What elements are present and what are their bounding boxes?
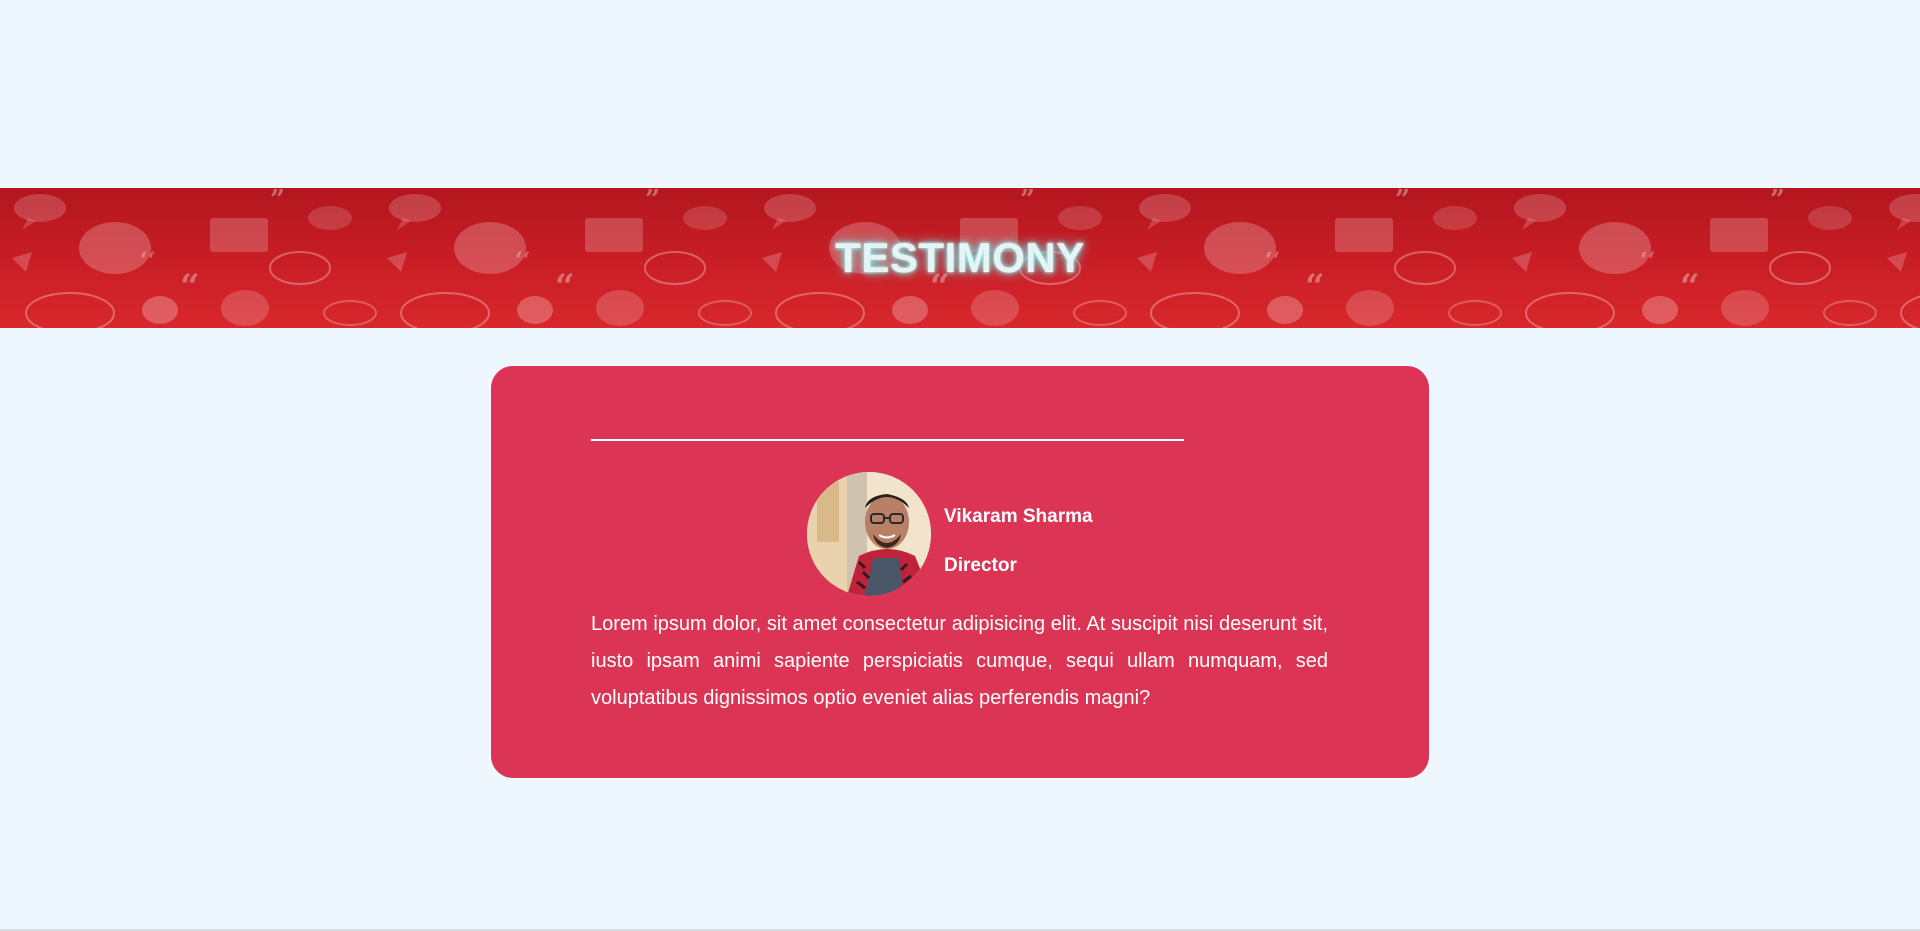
testimonial-quote: Lorem ipsum dolor, sit amet consectetur … [591,613,1328,709]
testimony-page: “ ” ‘‘ TESTIMONY [0,0,1920,931]
banner-title: TESTIMONY [835,234,1085,281]
testimonial-author-name: Vikaram Sharma [944,506,1093,527]
card-divider [591,439,1184,441]
testimonial-card: Vikaram Sharma Director Lorem ipsum dolo… [491,366,1429,778]
avatar [807,472,931,596]
testimonial-author-role: Director [944,555,1017,576]
person-photo-icon [807,472,931,596]
testimony-banner: “ ” ‘‘ TESTIMONY [0,188,1920,328]
